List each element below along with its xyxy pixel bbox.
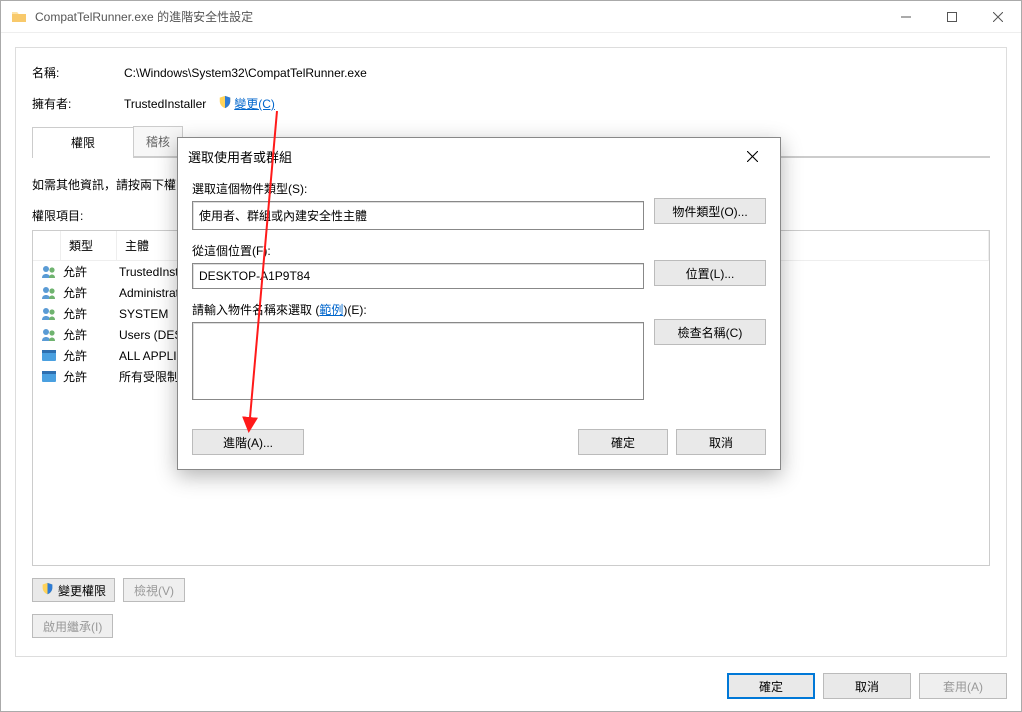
ok-button[interactable]: 確定 [727, 673, 815, 699]
row-type: 允許 [63, 326, 119, 343]
row-type: 允許 [63, 305, 119, 322]
col-type[interactable]: 類型 [61, 231, 117, 260]
row-icon [41, 306, 63, 322]
row-type: 允許 [63, 347, 119, 364]
change-owner-link[interactable]: 變更(C) [234, 95, 275, 112]
dialog-close-button[interactable] [734, 138, 770, 174]
examples-link[interactable]: 範例 [319, 303, 343, 317]
row-icon [41, 369, 63, 385]
tab-permissions[interactable]: 權限 [32, 127, 134, 158]
object-name-label: 請輸入物件名稱來選取 (範例)(E): [192, 301, 644, 318]
location-value: DESKTOP-A1P9T84 [192, 263, 644, 289]
check-names-button[interactable]: 檢查名稱(C) [654, 319, 766, 345]
maximize-button[interactable] [929, 1, 975, 33]
object-types-button[interactable]: 物件類型(O)... [654, 198, 766, 224]
shield-icon [41, 582, 54, 598]
main-buttons: 確定 取消 套用(A) [727, 673, 1007, 699]
row-type: 允許 [63, 284, 119, 301]
object-type-label: 選取這個物件類型(S): [192, 180, 644, 197]
object-name-input[interactable] [192, 322, 644, 400]
dialog-cancel-button[interactable]: 取消 [676, 429, 766, 455]
owner-label: 擁有者: [32, 95, 124, 112]
window-title: CompatTelRunner.exe 的進階安全性設定 [35, 8, 883, 25]
row-icon [41, 348, 63, 364]
titlebar: CompatTelRunner.exe 的進階安全性設定 [1, 1, 1021, 33]
window-buttons [883, 1, 1021, 33]
advanced-button[interactable]: 進階(A)... [192, 429, 304, 455]
close-button[interactable] [975, 1, 1021, 33]
folder-icon [11, 9, 27, 25]
shield-icon [218, 95, 232, 112]
dialog-ok-button[interactable]: 確定 [578, 429, 668, 455]
change-permissions-button[interactable]: 變更權限 [32, 578, 115, 602]
apply-button: 套用(A) [919, 673, 1007, 699]
object-type-value: 使用者、群組或內建安全性主體 [192, 201, 644, 230]
advanced-security-window: CompatTelRunner.exe 的進階安全性設定 名稱: C:\Wind… [0, 0, 1022, 712]
row-type: 允許 [63, 263, 119, 280]
row-icon [41, 264, 63, 280]
locations-button[interactable]: 位置(L)... [654, 260, 766, 286]
dialog-titlebar: 選取使用者或群組 [178, 138, 780, 174]
dialog-title: 選取使用者或群組 [188, 147, 734, 166]
row-type: 允許 [63, 368, 119, 385]
name-value: C:\Windows\System32\CompatTelRunner.exe [124, 66, 367, 80]
tab-auditing[interactable]: 稽核 [133, 126, 183, 157]
row-icon [41, 285, 63, 301]
row-icon [41, 327, 63, 343]
select-user-dialog: 選取使用者或群組 選取這個物件類型(S): 使用者、群組或內建安全性主體 物件類… [177, 137, 781, 470]
cancel-button[interactable]: 取消 [823, 673, 911, 699]
name-label: 名稱: [32, 64, 124, 81]
view-button: 檢視(V) [123, 578, 185, 602]
owner-value: TrustedInstaller [124, 97, 206, 111]
minimize-button[interactable] [883, 1, 929, 33]
location-label: 從這個位置(F): [192, 242, 644, 259]
enable-inheritance-button: 啟用繼承(I) [32, 614, 113, 638]
